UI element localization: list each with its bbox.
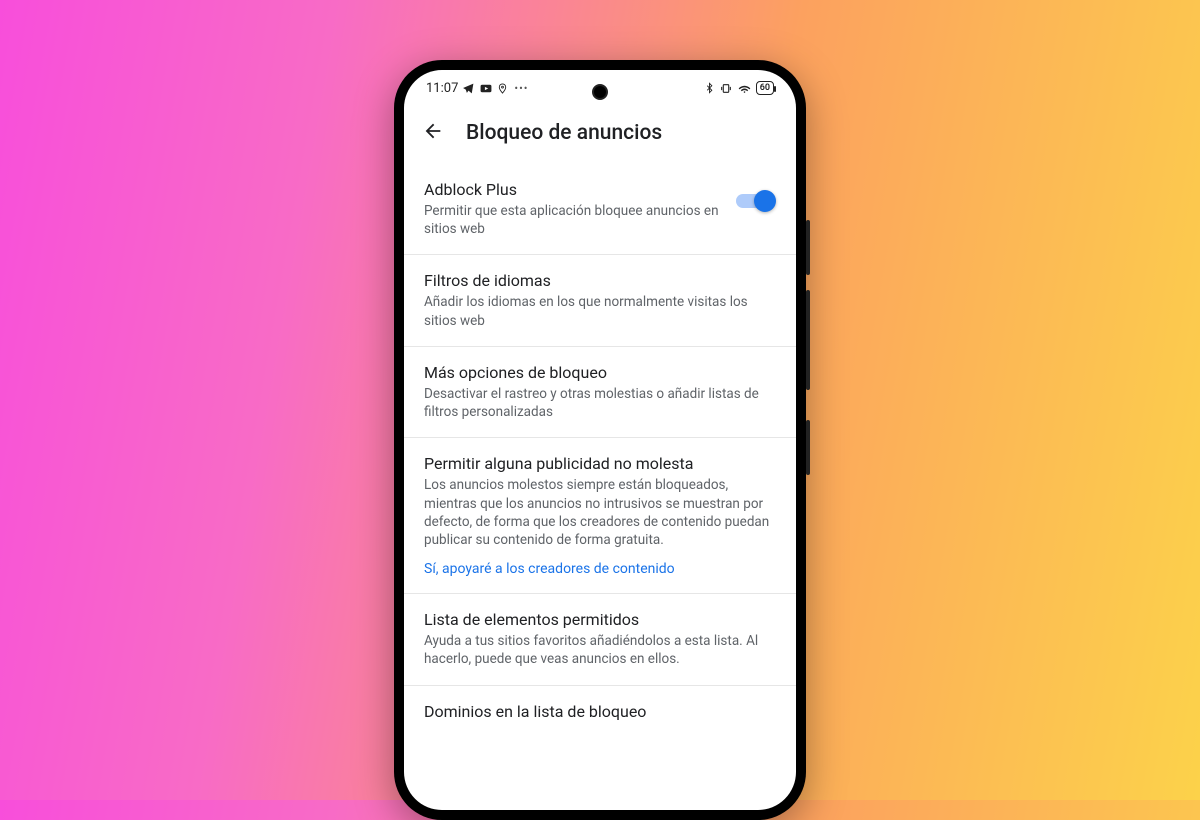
phone-screen: 11:07 ••• 60 Bloqueo de anuncios	[404, 70, 796, 810]
wifi-icon	[737, 82, 752, 95]
status-right: 60	[704, 81, 774, 95]
phone-frame: 11:07 ••• 60 Bloqueo de anuncios	[394, 60, 806, 820]
item-subtitle: Los anuncios molestos siempre están bloq…	[424, 476, 776, 549]
status-left: 11:07 •••	[426, 81, 529, 96]
phone-side-button	[806, 290, 810, 390]
phone-side-button	[806, 220, 810, 275]
phone-camera	[592, 84, 608, 100]
item-title: Dominios en la lista de bloqueo	[424, 702, 776, 721]
setting-blocklist-domains[interactable]: Dominios en la lista de bloqueo	[404, 686, 796, 740]
setting-more-blocking-options[interactable]: Más opciones de bloqueo Desactivar el ra…	[404, 347, 796, 438]
settings-list: Adblock Plus Permitir que esta aplicació…	[404, 164, 796, 740]
vibrate-icon	[719, 82, 733, 95]
item-title: Adblock Plus	[424, 180, 724, 199]
item-title: Lista de elementos permitidos	[424, 610, 776, 629]
arrow-back-icon	[422, 120, 444, 142]
item-subtitle: Ayuda a tus sitios favoritos añadiéndolo…	[424, 632, 776, 668]
setting-acceptable-ads[interactable]: Permitir alguna publicidad no molesta Lo…	[404, 438, 796, 594]
setting-allowlist[interactable]: Lista de elementos permitidos Ayuda a tu…	[404, 594, 796, 685]
youtube-icon	[479, 82, 493, 95]
telegram-icon	[462, 82, 475, 95]
support-creators-link[interactable]: Sí, apoyaré a los creadores de contenido	[424, 561, 776, 577]
setting-adblock-plus[interactable]: Adblock Plus Permitir que esta aplicació…	[404, 164, 796, 255]
setting-language-filters[interactable]: Filtros de idiomas Añadir los idiomas en…	[404, 255, 796, 346]
status-time: 11:07	[426, 81, 458, 96]
item-title: Permitir alguna publicidad no molesta	[424, 454, 776, 473]
phone-side-button	[806, 420, 810, 475]
item-subtitle: Permitir que esta aplicación bloquee anu…	[424, 202, 724, 238]
page-title: Bloqueo de anuncios	[466, 121, 662, 145]
location-icon	[497, 82, 508, 95]
item-subtitle: Desactivar el rastreo y otras molestias …	[424, 385, 776, 421]
bluetooth-icon	[704, 81, 715, 95]
item-title: Filtros de idiomas	[424, 271, 776, 290]
item-subtitle: Añadir los idiomas en los que normalment…	[424, 293, 776, 329]
battery-icon: 60	[756, 81, 774, 95]
adblock-toggle[interactable]	[736, 190, 776, 212]
more-icon: •••	[514, 82, 528, 95]
item-title: Más opciones de bloqueo	[424, 363, 776, 382]
app-bar: Bloqueo de anuncios	[404, 106, 796, 164]
back-button[interactable]	[422, 120, 444, 146]
